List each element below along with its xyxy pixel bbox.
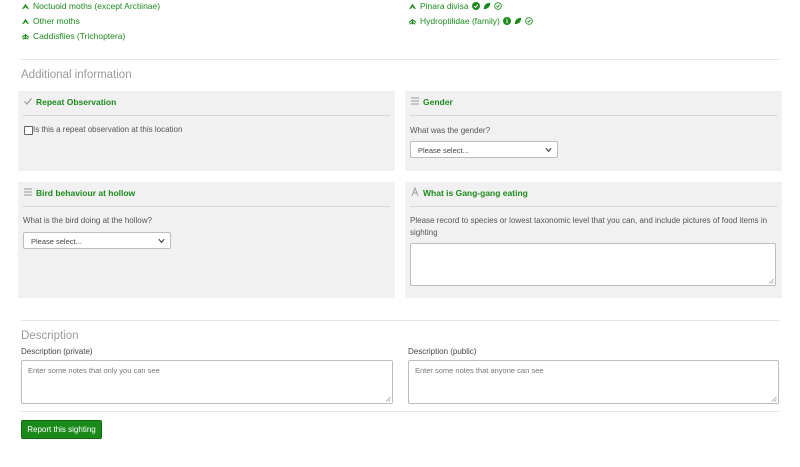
divider bbox=[23, 115, 390, 116]
select-value: Please select... bbox=[418, 146, 469, 155]
leaf-icon bbox=[514, 17, 522, 25]
panel-title: Gender bbox=[423, 97, 453, 107]
panel-gang-gang-eating: What is Gang-gang eating Please record t… bbox=[405, 182, 782, 298]
description-private-textarea[interactable]: Enter some notes that only you can see bbox=[21, 360, 393, 404]
species-item[interactable]: Caddisflies (Trichoptera) bbox=[21, 31, 125, 41]
check-icon bbox=[24, 98, 32, 105]
question-label: What is the bird doing at the hollow? bbox=[23, 216, 152, 225]
divider bbox=[23, 206, 390, 207]
chevron-down-icon bbox=[545, 147, 552, 153]
species-item[interactable]: Other moths bbox=[21, 16, 80, 26]
checkbox-label: Is this a repeat observation at this loc… bbox=[33, 125, 183, 134]
text-icon bbox=[411, 187, 419, 197]
species-item[interactable]: Noctuoid moths (except Arctiinae) bbox=[21, 1, 160, 11]
verified-check-icon bbox=[471, 2, 480, 10]
species-label: Hydroptilidae (family) bbox=[420, 16, 500, 26]
moth-icon bbox=[21, 3, 30, 9]
panel-header: Gender bbox=[405, 91, 782, 115]
panel-title: Bird behaviour at hollow bbox=[36, 188, 136, 198]
question-label: What was the gender? bbox=[410, 126, 491, 135]
caddisfly-icon bbox=[21, 33, 30, 40]
resize-handle-icon[interactable] bbox=[771, 396, 777, 402]
repeat-observation-checkbox[interactable] bbox=[24, 126, 33, 135]
placeholder: Enter some notes that anyone can see bbox=[415, 366, 544, 375]
food-items-textarea[interactable] bbox=[410, 243, 776, 286]
panel-title: Repeat Observation bbox=[36, 97, 117, 107]
divider bbox=[410, 206, 777, 207]
select-value: Please select... bbox=[31, 237, 82, 246]
gender-select[interactable]: Please select... bbox=[410, 141, 558, 158]
section-title-description: Description bbox=[21, 330, 79, 342]
placeholder: Enter some notes that only you can see bbox=[28, 366, 160, 375]
info-icon bbox=[502, 17, 511, 25]
moth-icon bbox=[408, 3, 417, 9]
list-icon bbox=[411, 97, 419, 105]
circle-check-icon bbox=[493, 2, 502, 10]
section-title-additional: Additional information bbox=[21, 69, 132, 81]
divider bbox=[21, 59, 780, 60]
caddisfly-icon bbox=[408, 18, 417, 25]
species-label: Noctuoid moths (except Arctiinae) bbox=[33, 1, 161, 11]
panel-gender: Gender What was the gender? Please selec… bbox=[405, 91, 782, 171]
panel-header: Bird behaviour at hollow bbox=[18, 182, 395, 206]
list-icon bbox=[24, 188, 32, 196]
resize-handle-icon[interactable] bbox=[385, 396, 391, 402]
resize-handle-icon[interactable] bbox=[768, 278, 774, 284]
description-public-textarea[interactable]: Enter some notes that anyone can see bbox=[408, 360, 779, 404]
species-item[interactable]: Hydroptilidae (family) bbox=[408, 16, 533, 26]
divider bbox=[410, 115, 777, 116]
species-item[interactable]: Pinara divisa bbox=[408, 1, 502, 11]
behaviour-select[interactable]: Please select... bbox=[23, 232, 171, 249]
leaf-icon bbox=[483, 2, 490, 10]
divider bbox=[21, 320, 780, 321]
panel-repeat-observation: Repeat Observation Is this a repeat obse… bbox=[18, 91, 395, 171]
panel-header: What is Gang-gang eating bbox=[405, 182, 782, 206]
chevron-down-icon bbox=[158, 238, 165, 244]
description-private-label: Description (private) bbox=[21, 347, 93, 356]
species-label: Pinara divisa bbox=[420, 1, 469, 11]
species-label: Other moths bbox=[33, 16, 80, 26]
question-label: Please record to species or lowest taxon… bbox=[410, 216, 768, 237]
panel-header: Repeat Observation bbox=[18, 91, 395, 115]
moth-icon bbox=[21, 18, 30, 24]
description-public-label: Description (public) bbox=[408, 347, 477, 356]
divider bbox=[21, 411, 780, 412]
panel-title: What is Gang-gang eating bbox=[423, 188, 528, 198]
panel-bird-behaviour: Bird behaviour at hollow What is the bir… bbox=[18, 182, 395, 298]
species-label: Caddisflies (Trichoptera) bbox=[33, 31, 126, 41]
report-sighting-button[interactable]: Report this sighting bbox=[21, 420, 102, 439]
circle-check-icon bbox=[525, 17, 533, 25]
